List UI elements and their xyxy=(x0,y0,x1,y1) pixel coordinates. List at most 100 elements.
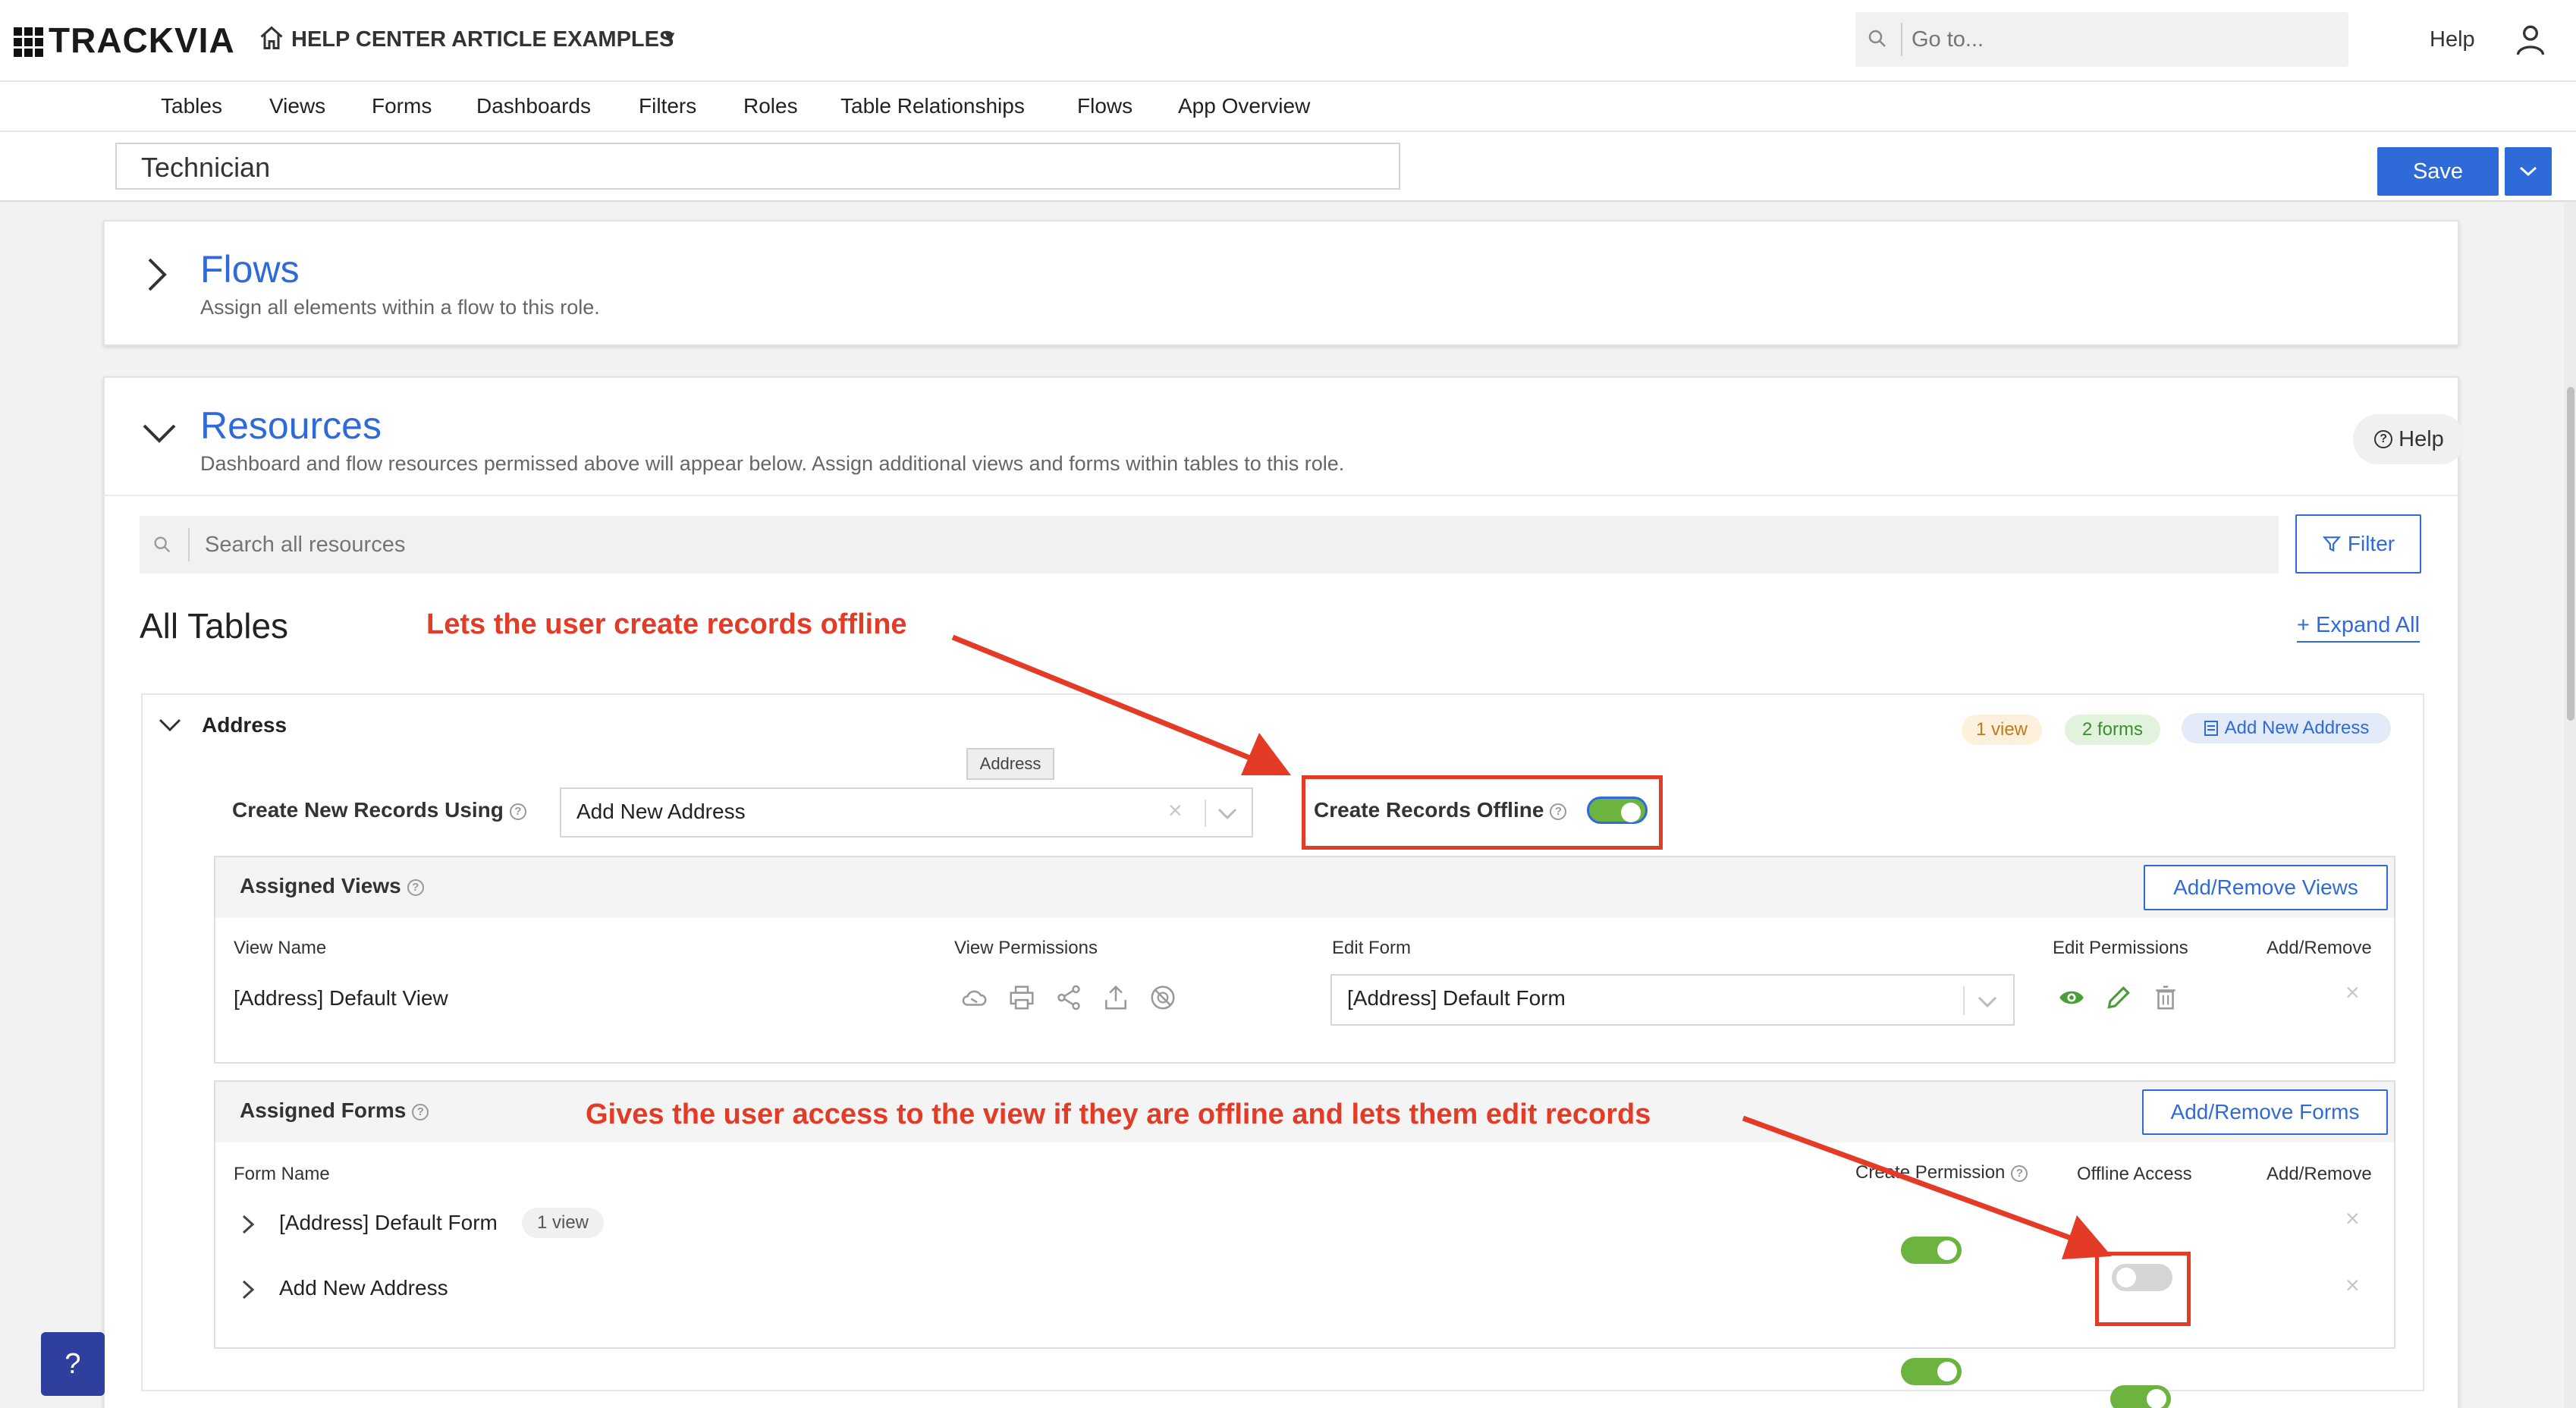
share-icon[interactable] xyxy=(1054,983,1083,1012)
nav-roles[interactable]: Roles xyxy=(743,94,798,118)
form-count-badge[interactable]: 2 forms xyxy=(2065,715,2160,745)
edit-form-select[interactable]: [Address] Default Form xyxy=(1330,974,2015,1026)
role-name-input[interactable]: Technician xyxy=(115,143,1400,190)
help-link[interactable]: Help xyxy=(2430,27,2475,52)
assigned-forms-title: Assigned Forms? xyxy=(240,1098,429,1123)
chevron-down-icon[interactable] xyxy=(1977,995,1998,1013)
col-edit-form: Edit Form xyxy=(1332,938,1412,958)
save-options-button[interactable] xyxy=(2505,147,2552,196)
col-add-remove: Add/Remove xyxy=(2267,938,2372,958)
add-form-badge[interactable]: Add New Address xyxy=(2182,713,2391,743)
form-name-cell: [Address] Default Form xyxy=(279,1211,498,1234)
resources-title[interactable]: Resources xyxy=(200,404,382,448)
flows-expand-chevron-icon[interactable] xyxy=(146,256,168,297)
view-permission-icons xyxy=(960,983,1177,1012)
annotation-box-offline-access xyxy=(2095,1252,2191,1326)
scrollbar-thumb[interactable] xyxy=(2567,387,2574,721)
top-bar: TRACKVIA HELP CENTER ARTICLE EXAMPLES ▼ … xyxy=(0,0,2576,82)
pencil-icon[interactable] xyxy=(2104,983,2133,1012)
edit-permission-icons xyxy=(2057,983,2180,1012)
search-box[interactable] xyxy=(1855,12,2348,67)
expand-row-chevron-icon[interactable] xyxy=(241,1279,255,1304)
add-remove-views-button[interactable]: Add/Remove Views xyxy=(2144,865,2388,910)
search-icon xyxy=(152,534,173,559)
all-tables-heading: All Tables xyxy=(140,606,289,646)
info-icon[interactable]: ? xyxy=(509,803,526,820)
nav-forms[interactable]: Forms xyxy=(372,94,432,118)
nav-table-relationships[interactable]: Table Relationships xyxy=(840,94,1025,118)
col-view-name: View Name xyxy=(234,938,327,958)
offline-access-toggle[interactable] xyxy=(2110,1385,2171,1408)
filter-button[interactable]: Filter xyxy=(2295,514,2421,574)
create-using-label: Create New Records Using? xyxy=(232,798,526,822)
flows-subtitle: Assign all elements within a flow to thi… xyxy=(200,296,600,319)
logo[interactable] xyxy=(14,27,43,57)
brand-name: TRACKVIA xyxy=(49,20,235,60)
col-view-permissions: View Permissions xyxy=(954,938,1098,958)
scrollbar-track[interactable] xyxy=(2564,202,2576,1408)
flows-title[interactable]: Flows xyxy=(200,247,300,291)
no-sharing-icon[interactable] xyxy=(1148,983,1177,1012)
create-using-value: Add New Address xyxy=(576,800,746,823)
export-icon[interactable] xyxy=(1101,983,1130,1012)
nav-filters[interactable]: Filters xyxy=(639,94,696,118)
nav-app-overview[interactable]: App Overview xyxy=(1178,94,1310,118)
add-remove-forms-button[interactable]: Add/Remove Forms xyxy=(2142,1089,2388,1135)
col-form-name: Form Name xyxy=(234,1164,330,1184)
filter-icon xyxy=(2322,536,2342,552)
save-button[interactable]: Save xyxy=(2377,147,2499,196)
help-circle-icon: ? xyxy=(2374,430,2393,448)
assigned-views-title: Assigned Views? xyxy=(240,874,424,898)
remove-view-icon[interactable]: × xyxy=(2345,979,2360,1007)
view-name-cell: [Address] Default View xyxy=(234,986,448,1010)
resources-search-box[interactable] xyxy=(140,516,2279,574)
nav-dashboards[interactable]: Dashboards xyxy=(476,94,591,118)
remove-form-icon[interactable]: × xyxy=(2345,1205,2360,1233)
table-name[interactable]: Address xyxy=(202,713,287,737)
nav-flows[interactable]: Flows xyxy=(1077,94,1132,118)
info-icon[interactable]: ? xyxy=(412,1103,429,1120)
chevron-down-icon xyxy=(2519,166,2537,177)
form-name-cell: Add New Address xyxy=(279,1276,448,1300)
create-using-select[interactable]: Add New Address × xyxy=(560,787,1253,838)
create-permission-toggle[interactable] xyxy=(1901,1358,1962,1385)
print-icon[interactable] xyxy=(1007,983,1036,1012)
floating-help-button[interactable]: ? xyxy=(41,1332,105,1396)
info-icon[interactable]: ? xyxy=(407,878,424,896)
flows-card xyxy=(103,220,2459,346)
view-count-badge[interactable]: 1 view xyxy=(1962,715,2042,745)
resources-help-button[interactable]: ? Help xyxy=(2353,414,2465,464)
cloud-offline-icon[interactable] xyxy=(960,983,989,1012)
address-collapse-chevron-icon[interactable] xyxy=(158,718,182,737)
col-add-remove: Add/Remove xyxy=(2267,1164,2372,1184)
goto-input[interactable] xyxy=(1912,23,2336,56)
clear-icon[interactable]: × xyxy=(1168,797,1183,825)
resources-subtitle: Dashboard and flow resources permissed a… xyxy=(200,452,1345,475)
col-edit-permissions: Edit Permissions xyxy=(2053,938,2188,958)
annotation-access-note: Gives the user access to the view if the… xyxy=(586,1098,1651,1130)
remove-form-icon[interactable]: × xyxy=(2345,1271,2360,1300)
app-dropdown-caret-icon[interactable]: ▼ xyxy=(661,27,678,47)
annotation-arrow-icon xyxy=(1742,1115,2112,1259)
annotation-box-offline xyxy=(1302,775,1663,850)
resources-search-input[interactable] xyxy=(205,528,2253,561)
chevron-down-icon[interactable] xyxy=(1217,807,1238,825)
role-name-value: Technician xyxy=(141,152,271,183)
eye-icon[interactable] xyxy=(2057,983,2086,1012)
nav-tables[interactable]: Tables xyxy=(161,94,222,118)
logo-grid-icon xyxy=(14,27,43,57)
edit-form-value: [Address] Default Form xyxy=(1347,986,1566,1010)
resources-collapse-chevron-icon[interactable] xyxy=(141,422,177,448)
search-icon xyxy=(1866,27,1889,54)
nav-views[interactable]: Views xyxy=(269,94,325,118)
expand-all-link[interactable]: + Expand All xyxy=(2297,613,2420,643)
expand-row-chevron-icon[interactable] xyxy=(241,1214,255,1239)
annotation-offline-note: Lets the user create records offline xyxy=(426,608,907,640)
trash-icon[interactable] xyxy=(2151,983,2180,1012)
form-icon xyxy=(2204,721,2218,736)
annotation-arrow-icon xyxy=(951,634,1291,775)
user-icon[interactable] xyxy=(2515,23,2546,60)
home-icon[interactable] xyxy=(258,24,285,55)
form-view-badge[interactable]: 1 view xyxy=(522,1208,604,1238)
app-name[interactable]: HELP CENTER ARTICLE EXAMPLES xyxy=(291,27,674,52)
